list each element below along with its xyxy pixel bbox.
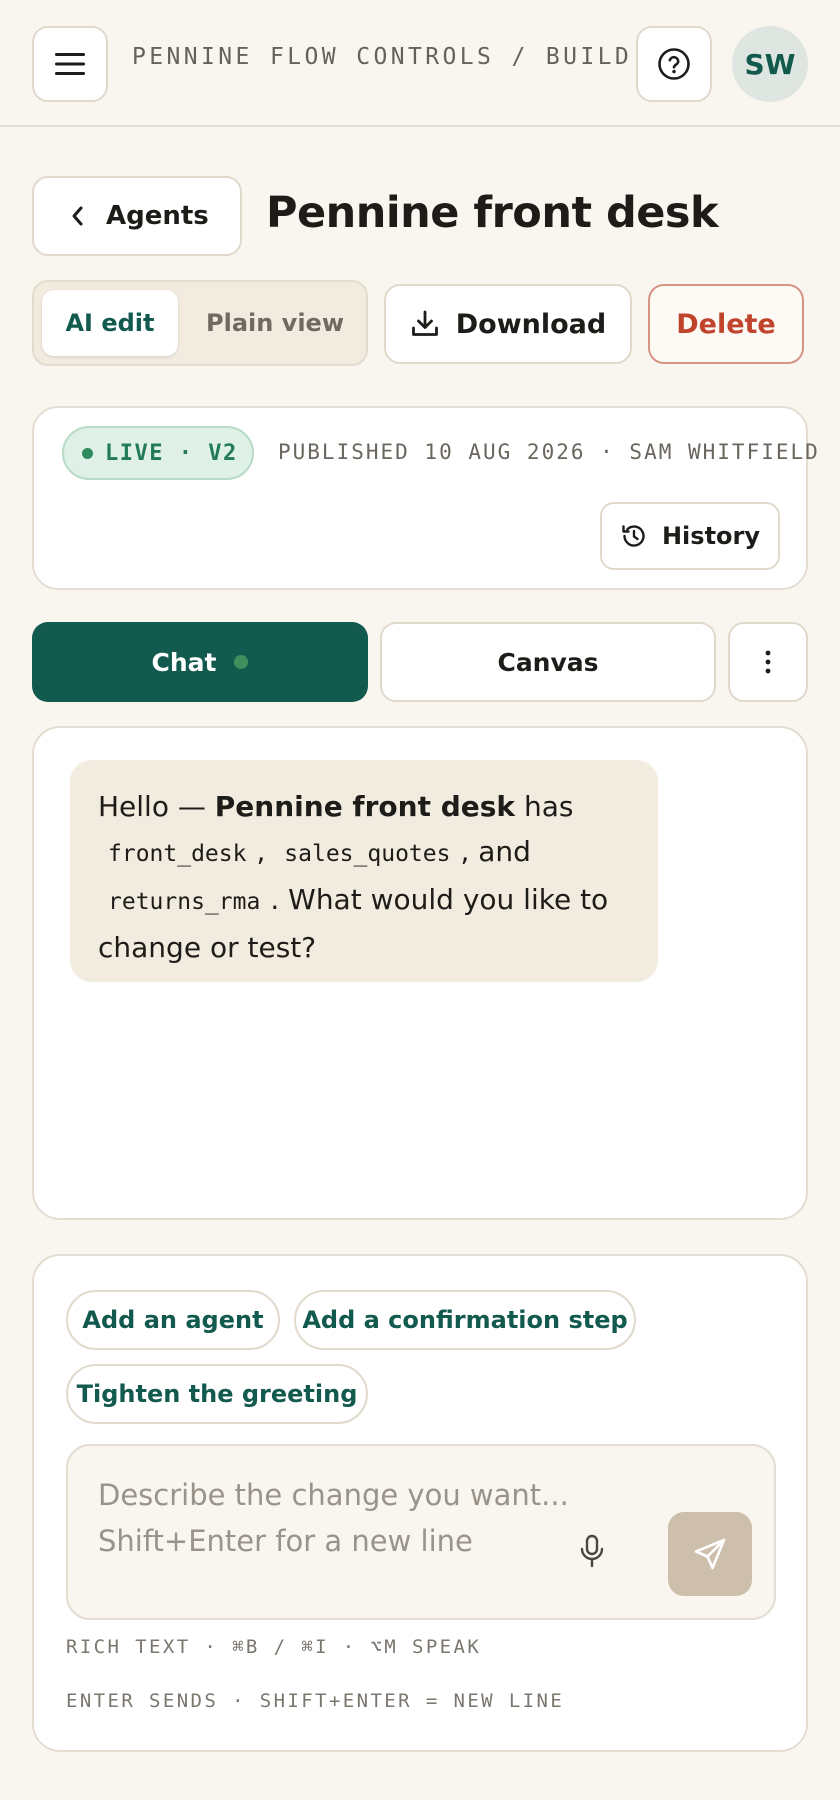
more-options-button[interactable] (728, 622, 808, 702)
message-input-placeholder: Describe the change you want... Shift+En… (98, 1478, 569, 1558)
help-icon (658, 48, 690, 80)
message-input[interactable]: Describe the change you want... Shift+En… (66, 1444, 776, 1620)
help-button[interactable] (636, 26, 712, 102)
back-button-label: Agents (106, 201, 209, 231)
status-card: LIVE · V2 PUBLISHED 10 AUG 2026 · SAM WH… (32, 406, 818, 590)
view-mode-toggle: AI edit Plain view (32, 280, 368, 366)
top-bar: PENNINE FLOW CONTROLS / BUILD SW (0, 0, 840, 127)
more-vertical-icon (765, 650, 771, 674)
avatar[interactable]: SW (732, 26, 808, 102)
history-icon (622, 525, 645, 547)
message-agent-name: Pennine front desk (214, 790, 516, 823)
back-to-agents-button[interactable]: Agents (32, 176, 242, 256)
published-info: PUBLISHED 10 AUG 2026 · SAM WHITFIELD (278, 440, 820, 464)
message-and: , and (460, 835, 531, 868)
send-hint: ENTER SENDS · SHIFT+ENTER = NEW LINE (66, 1690, 565, 1712)
message-sep: , (256, 835, 266, 868)
menu-button[interactable] (32, 26, 108, 102)
page-title: Pennine front desk (266, 188, 719, 238)
composer: Add an agent Add a confirmation step Tig… (32, 1254, 808, 1752)
microphone-button[interactable] (572, 1532, 612, 1572)
microphone-icon (580, 1534, 604, 1568)
tab-canvas[interactable]: Canvas (380, 622, 716, 702)
suggestion-add-agent[interactable]: Add an agent (66, 1290, 280, 1350)
tab-chat[interactable]: Chat (32, 622, 368, 702)
chat-panel: Hello — Pennine front desk has front_desk… (32, 726, 808, 1220)
delete-button[interactable]: Delete (648, 284, 804, 364)
agent-code-sales-quotes: sales_quotes (284, 841, 451, 867)
suggestion-add-confirmation-step[interactable]: Add a confirmation step (294, 1290, 636, 1350)
agent-code-returns-rma: returns_rma (108, 889, 261, 915)
suggestion-tighten-greeting[interactable]: Tighten the greeting (66, 1364, 368, 1424)
ai-edit-toggle[interactable]: AI edit (42, 290, 178, 356)
download-icon (411, 310, 438, 336)
assistant-message: Hello — Pennine front desk has front_desk… (70, 760, 658, 982)
plain-view-toggle[interactable]: Plain view (190, 290, 360, 356)
chevron-left-icon (72, 206, 83, 226)
live-badge-label: LIVE · V2 (105, 440, 238, 466)
message-has: has (515, 790, 574, 823)
agent-code-front-desk: front_desk (108, 841, 247, 867)
tab-chat-label: Chat (151, 647, 217, 677)
live-status-badge: LIVE · V2 (62, 426, 254, 480)
history-button[interactable]: History (600, 502, 780, 570)
chat-active-dot-icon (234, 655, 249, 669)
live-dot-icon (82, 447, 93, 459)
message-intro: Hello — (98, 790, 215, 823)
send-icon (694, 1538, 726, 1570)
send-button[interactable] (668, 1512, 752, 1596)
formatting-hint: RICH TEXT · ⌘B / ⌘I · ⌥M SPEAK (66, 1636, 482, 1658)
breadcrumb: PENNINE FLOW CONTROLS / BUILD (132, 44, 633, 70)
history-label: History (661, 522, 761, 550)
download-button[interactable]: Download (384, 284, 632, 364)
download-label: Download (455, 308, 607, 340)
menu-icon (55, 53, 85, 75)
